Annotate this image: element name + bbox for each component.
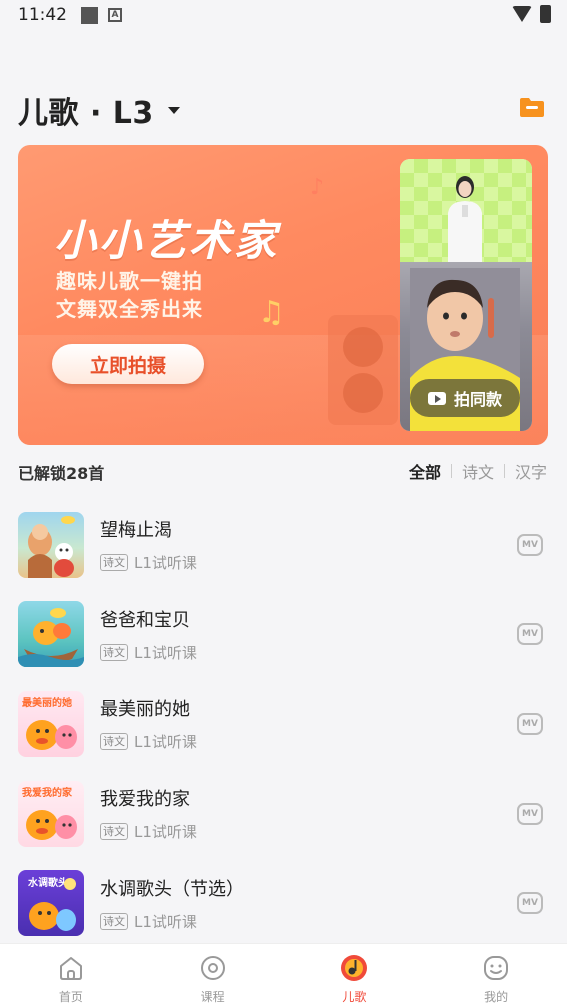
category-tag: 诗文 [100, 643, 128, 661]
nav-courses[interactable]: 课程 [142, 944, 284, 1007]
list-item[interactable]: 我爱我的家 我爱我的家 诗文 L1试听课 MV [0, 769, 567, 859]
unlocked-count: 已解锁28首 [18, 464, 105, 483]
song-thumbnail [18, 601, 84, 668]
nav-home[interactable]: 首页 [0, 944, 142, 1007]
song-info: 望梅止渴 诗文 L1试听课 [100, 516, 197, 573]
lesson-label: L1试听课 [134, 733, 197, 752]
speaker-cone [343, 327, 383, 367]
divider [450, 464, 452, 478]
song-meta: 诗文 L1试听课 [100, 642, 197, 663]
song-title: 水调歌头（节选） [100, 878, 244, 900]
tab-all[interactable]: 全部 [409, 459, 441, 483]
mv-icon[interactable]: MV [517, 533, 543, 556]
song-info: 爸爸和宝贝 诗文 L1试听课 [100, 606, 197, 663]
list-item[interactable]: 水调歌头 水调歌头（节选） 诗文 L1试听课 MV [0, 858, 567, 948]
promo-banner[interactable]: ♪ ♫ 小小艺术家 趣味儿歌一键拍 文舞双全秀出来 立即拍摄 拍同款 [18, 145, 548, 445]
level-selector[interactable]: 儿歌 · L3 [18, 88, 180, 132]
nav-label: 我的 [484, 990, 509, 1004]
song-thumbnail: 我爱我的家 [18, 780, 84, 847]
folder-icon[interactable] [519, 96, 545, 118]
video-camera-icon [427, 391, 446, 405]
thumbnail-art [28, 515, 75, 578]
song-title: 望梅止渴 [100, 520, 172, 542]
nav-label: 首页 [58, 990, 83, 1004]
filter-tabs: 全部 诗文 汉字 [409, 459, 547, 483]
thumbnail-art [18, 608, 84, 668]
nav-songs[interactable]: 儿歌 [284, 944, 426, 1007]
video-top-frame [400, 159, 532, 262]
shoot-now-button[interactable]: 立即拍摄 [52, 344, 204, 384]
lesson-label: L1试听课 [134, 912, 197, 931]
nav-mine[interactable]: 我的 [425, 944, 567, 1007]
status-time: 11:42 [18, 5, 67, 25]
song-title: 我爱我的家 [100, 789, 190, 811]
divider [503, 464, 505, 478]
music-note-yellow-icon: ♫ [258, 295, 285, 330]
music-note-icon [341, 955, 368, 981]
music-note-decoration-icon: ♪ [310, 175, 325, 200]
performer-image [448, 176, 482, 262]
nav-label: 课程 [200, 990, 225, 1004]
song-info: 我爱我的家 诗文 L1试听课 [100, 785, 197, 842]
song-thumbnail: 最美丽的她 [18, 690, 84, 757]
song-list: 望梅止渴 诗文 L1试听课 MV 爸爸和宝贝 诗文 L1试听课 MV 最美丽的她… [0, 500, 567, 948]
song-meta: 诗文 L1试听课 [100, 821, 197, 842]
home-icon [59, 957, 82, 980]
category-tag: 诗文 [100, 912, 128, 930]
song-thumbnail [18, 511, 84, 578]
song-meta: 诗文 L1试听课 [100, 731, 197, 752]
speaker-cone [343, 373, 383, 413]
notification-icon [81, 6, 98, 24]
tab-characters[interactable]: 汉字 [515, 459, 547, 483]
speaker-decoration [328, 315, 398, 425]
shoot-same-label: 拍同款 [453, 390, 502, 409]
sample-video-panel[interactable]: 拍同款 [400, 159, 532, 431]
status-right [512, 5, 551, 23]
battery-icon [540, 5, 551, 23]
keyboard-a-icon: A [108, 8, 122, 22]
banner-title: 小小艺术家 [54, 216, 280, 265]
mv-icon[interactable]: MV [517, 892, 543, 915]
song-meta: 诗文 L1试听课 [100, 911, 244, 932]
smile-face-icon [484, 956, 509, 980]
song-info: 水调歌头（节选） 诗文 L1试听课 [100, 875, 244, 932]
thumbnail-art [29, 878, 76, 932]
song-thumbnail: 水调歌头 [18, 870, 84, 937]
lesson-label: L1试听课 [134, 643, 197, 662]
category-tag: 诗文 [100, 733, 128, 751]
mv-icon[interactable]: MV [517, 623, 543, 646]
nav-label: 儿歌 [342, 990, 367, 1004]
list-item[interactable]: 爸爸和宝贝 诗文 L1试听课 MV [0, 590, 567, 680]
wifi-icon [512, 6, 532, 22]
list-item[interactable]: 最美丽的她 最美丽的她 诗文 L1试听课 MV [0, 679, 567, 769]
bottom-nav: 首页 课程 儿歌 我的 [0, 943, 567, 1007]
caret-down-icon [167, 106, 180, 114]
thumbnail-art [26, 719, 77, 750]
song-title: 爸爸和宝贝 [100, 609, 190, 631]
mv-icon[interactable]: MV [517, 712, 543, 735]
song-title: 最美丽的她 [100, 699, 190, 721]
lesson-label: L1试听课 [134, 823, 197, 842]
song-info: 最美丽的她 诗文 L1试听课 [100, 695, 197, 752]
play-circle-icon [200, 956, 225, 980]
mv-icon[interactable]: MV [517, 802, 543, 825]
tab-poetry[interactable]: 诗文 [462, 459, 494, 483]
status-bar: 11:42 A [0, 0, 567, 30]
list-item[interactable]: 望梅止渴 诗文 L1试听课 MV [0, 500, 567, 590]
shoot-same-button[interactable]: 拍同款 [410, 379, 520, 417]
song-meta: 诗文 L1试听课 [100, 552, 197, 573]
category-tag: 诗文 [100, 554, 128, 572]
thumbnail-art [26, 809, 77, 840]
banner-subtitle-2: 文舞双全秀出来 [56, 297, 203, 321]
page-title: 儿歌 · L3 [18, 96, 154, 131]
banner-subtitle-1: 趣味儿歌一键拍 [56, 269, 203, 293]
category-tag: 诗文 [100, 823, 128, 841]
lesson-label: L1试听课 [134, 554, 197, 573]
